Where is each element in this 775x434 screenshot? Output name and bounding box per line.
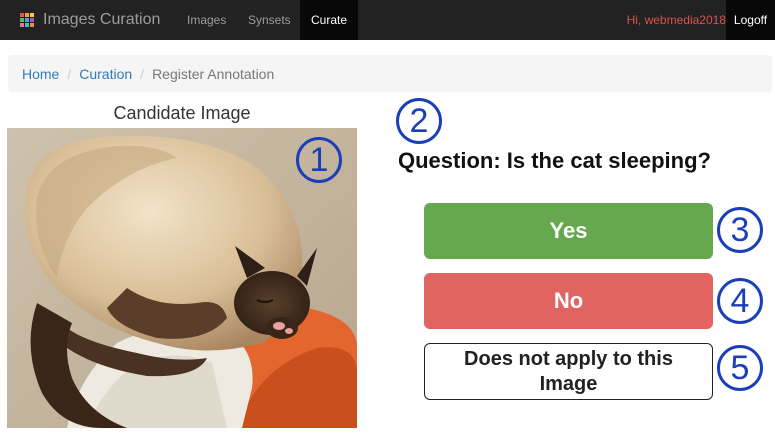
does-not-apply-button[interactable]: Does not apply to this Image xyxy=(424,343,713,400)
brand-link[interactable]: Images Curation xyxy=(0,0,160,40)
top-navbar: Images Curation Images Synsets Curate Hi… xyxy=(0,0,775,40)
marker-1: 1 xyxy=(296,137,342,183)
nav-curate[interactable]: Curate xyxy=(300,0,358,40)
grid-cell xyxy=(20,13,24,17)
grid-icon xyxy=(20,13,34,27)
grid-cell xyxy=(25,13,29,17)
grid-cell xyxy=(20,18,24,22)
marker-5: 5 xyxy=(717,345,763,391)
breadcrumb-separator: / xyxy=(140,65,145,82)
candidate-image-title: Candidate Image xyxy=(113,103,251,123)
grid-cell xyxy=(20,23,24,27)
breadcrumb-curation[interactable]: Curation xyxy=(79,66,132,82)
grid-cell xyxy=(30,13,34,17)
breadcrumb-current: Register Annotation xyxy=(152,65,275,82)
marker-4: 4 xyxy=(717,278,763,324)
grid-cell xyxy=(25,18,29,22)
no-button[interactable]: No xyxy=(424,273,713,329)
nav-synsets[interactable]: Synsets xyxy=(236,0,303,40)
grid-cell xyxy=(25,23,29,27)
brand-title: Images Curation xyxy=(43,11,161,28)
marker-2: 2 xyxy=(396,98,442,144)
grid-cell xyxy=(30,23,34,27)
question-text: Question: Is the cat sleeping? xyxy=(398,148,711,173)
grid-cell xyxy=(30,18,34,22)
nav-images[interactable]: Images xyxy=(175,0,238,40)
yes-button[interactable]: Yes xyxy=(424,203,713,259)
breadcrumb: Home / Curation / Register Annotation xyxy=(8,55,772,92)
breadcrumb-separator: / xyxy=(67,65,72,82)
logoff-button[interactable]: Logoff xyxy=(726,0,775,40)
marker-3: 3 xyxy=(717,207,763,253)
user-greeting: Hi, webmedia2018 xyxy=(626,13,726,27)
breadcrumb-home[interactable]: Home xyxy=(22,66,59,82)
